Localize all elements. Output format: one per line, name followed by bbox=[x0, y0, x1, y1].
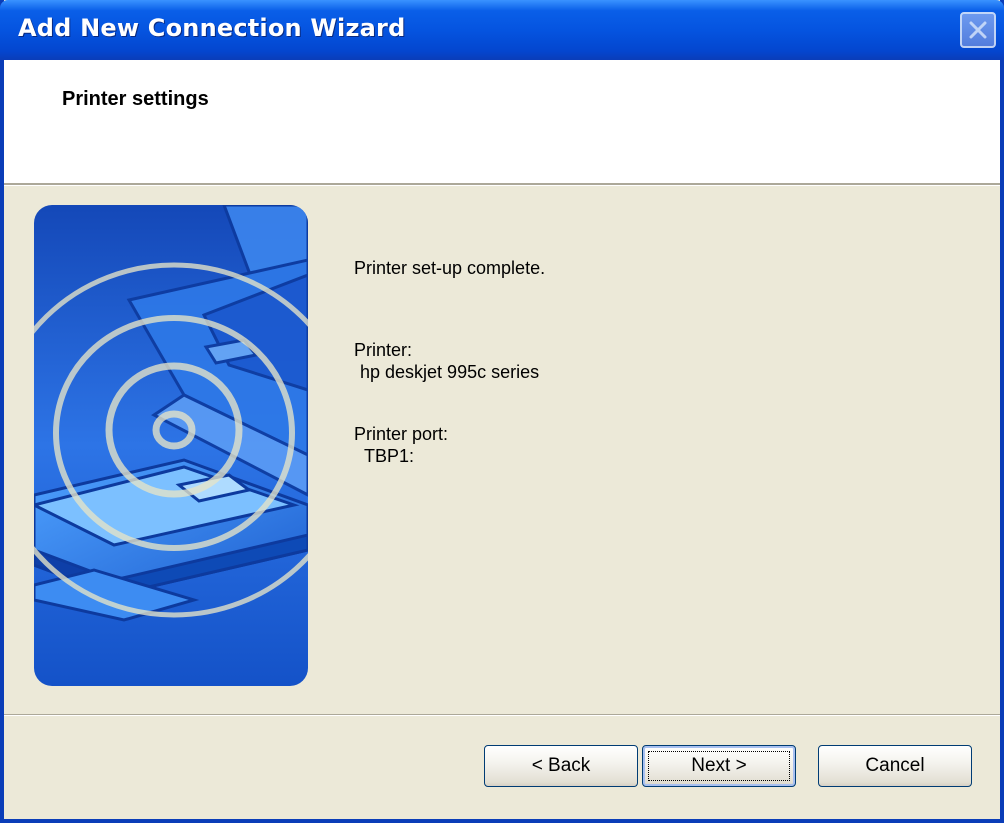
setup-status-text: Printer set-up complete. bbox=[354, 258, 546, 278]
wizard-header: Printer settings bbox=[4, 60, 1000, 183]
printer-port-label: Printer port: bbox=[354, 424, 449, 444]
close-button[interactable] bbox=[960, 12, 996, 48]
header-divider bbox=[4, 183, 1000, 186]
wireless-printer-illustration bbox=[34, 205, 308, 686]
next-button[interactable]: Next > bbox=[642, 745, 796, 787]
wizard-window: Add New Connection Wizard Printer settin… bbox=[0, 0, 1004, 823]
wireless-printer-laptop-illustration bbox=[34, 205, 308, 686]
back-button-label: < Back bbox=[531, 755, 591, 776]
printer-label: Printer: bbox=[354, 340, 413, 360]
printer-name-value: hp deskjet 995c series bbox=[360, 362, 540, 382]
close-icon bbox=[969, 21, 987, 39]
cancel-button-label: Cancel bbox=[865, 755, 925, 776]
footer-divider bbox=[4, 714, 1000, 716]
printer-port-value: TBP1: bbox=[364, 446, 415, 466]
title-bar[interactable]: Add New Connection Wizard bbox=[0, 0, 1004, 60]
page-title: Printer settings bbox=[62, 88, 209, 110]
window-title: Add New Connection Wizard bbox=[18, 14, 406, 42]
next-button-label: Next > bbox=[691, 755, 747, 776]
cancel-button[interactable]: Cancel bbox=[818, 745, 972, 787]
back-button[interactable]: < Back bbox=[484, 745, 638, 787]
